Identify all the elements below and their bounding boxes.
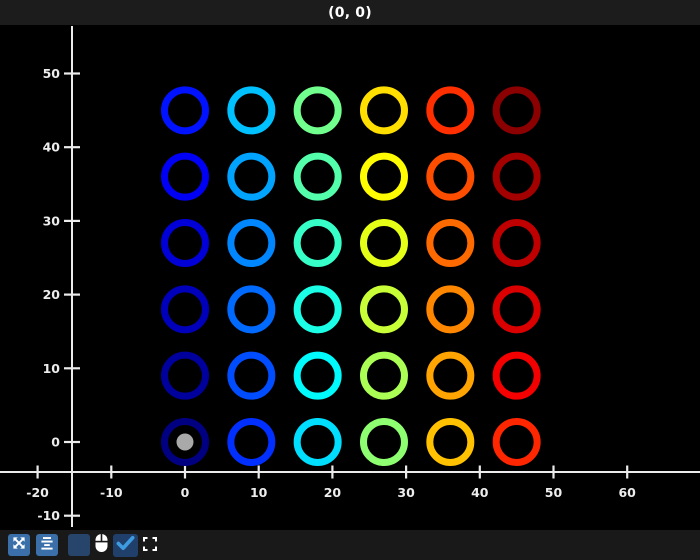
scatter-point[interactable]: [426, 219, 475, 268]
x-tick-label: 30: [397, 485, 415, 500]
scatter-point[interactable]: [161, 285, 209, 334]
fullscreen-corners-icon: [143, 536, 157, 555]
expand-arrows-icon: [11, 535, 27, 555]
scatter-point[interactable]: [492, 418, 541, 466]
x-tick-label: 10: [250, 485, 268, 500]
scatter-point[interactable]: [293, 285, 342, 334]
mouse-icon: [94, 533, 109, 557]
scatter-point[interactable]: [359, 418, 408, 466]
app-window: -20 -10 0 10 20 30 40 50 60 50 40 30 20 10 0 -10 (0, 0): [0, 0, 700, 560]
scatter-point[interactable]: [426, 418, 475, 466]
x-tick-label: 40: [471, 485, 489, 500]
scatter-point[interactable]: [492, 285, 541, 334]
y-tick-label: 40: [43, 140, 61, 155]
fullscreen-button[interactable]: [142, 534, 158, 556]
x-tick-label: -10: [100, 485, 123, 500]
title-bar: (0, 0): [0, 0, 700, 25]
align-center-lines-icon: [39, 535, 55, 555]
checkmark-icon: [115, 534, 136, 556]
x-tick-label: 20: [324, 485, 342, 500]
scatter-point[interactable]: [293, 219, 342, 268]
y-tick-label: 0: [51, 435, 60, 450]
scatter-point[interactable]: [293, 351, 342, 400]
y-tick-label: 20: [43, 287, 61, 302]
scatter-point[interactable]: [426, 152, 475, 201]
confirm-toggle[interactable]: [113, 533, 138, 557]
selected-point-marker[interactable]: [176, 433, 194, 451]
y-tick-label: 10: [43, 361, 61, 376]
scatter-point[interactable]: [293, 86, 342, 135]
scatter-point[interactable]: [227, 418, 276, 466]
scatter-point[interactable]: [359, 152, 408, 201]
scatter-point[interactable]: [293, 152, 342, 201]
scatter-point[interactable]: [359, 219, 408, 268]
center-button[interactable]: [36, 534, 58, 556]
scatter-point[interactable]: [161, 152, 209, 201]
scatter-point[interactable]: [161, 351, 209, 400]
scatter-point[interactable]: [359, 285, 408, 334]
x-tick-label: -20: [26, 485, 49, 500]
y-tick-label: 30: [43, 213, 61, 228]
mouse-mode-button[interactable]: [93, 534, 109, 556]
x-tick-label: 50: [545, 485, 563, 500]
scatter-point[interactable]: [161, 219, 209, 268]
y-tick-label: 50: [43, 66, 61, 81]
scatter-point[interactable]: [492, 351, 541, 400]
scatter-point[interactable]: [227, 285, 276, 334]
blank-toggle[interactable]: [68, 534, 90, 556]
scatter-point[interactable]: [426, 351, 475, 400]
plot-svg[interactable]: -20 -10 0 10 20 30 40 50 60 50 40 30 20 10 0 -10: [0, 0, 700, 560]
scatter-point[interactable]: [492, 152, 541, 201]
scatter-point[interactable]: [359, 351, 408, 400]
pan-button[interactable]: [8, 534, 30, 556]
y-tick-label: -10: [37, 508, 60, 523]
x-tick-label: 0: [181, 485, 190, 500]
toolbar: [0, 530, 700, 560]
scatter-point[interactable]: [227, 219, 276, 268]
scatter-point[interactable]: [359, 86, 408, 135]
scatter-point[interactable]: [293, 418, 342, 466]
scatter-point[interactable]: [227, 351, 276, 400]
scatter-point[interactable]: [227, 152, 276, 201]
scatter-point[interactable]: [161, 86, 209, 135]
scatter-point[interactable]: [492, 86, 541, 135]
scatter-point[interactable]: [492, 219, 541, 268]
scatter-point[interactable]: [426, 285, 475, 334]
x-tick-label: 60: [618, 485, 636, 500]
scatter-point[interactable]: [426, 86, 475, 135]
window-title: (0, 0): [328, 4, 372, 21]
scatter-point[interactable]: [227, 86, 276, 135]
